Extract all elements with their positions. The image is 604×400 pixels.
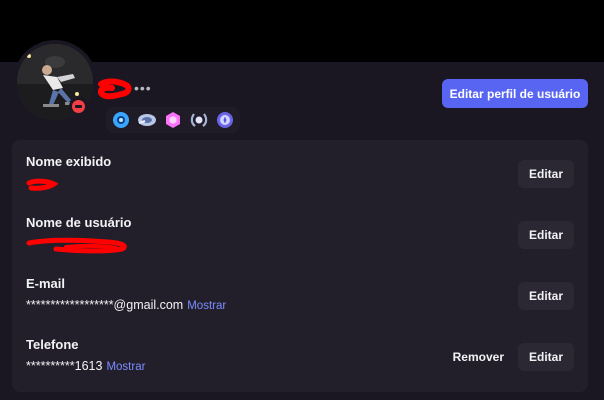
more-options-icon[interactable]: •••	[134, 80, 152, 96]
quest-icon[interactable]	[214, 109, 236, 131]
edit-display-name-button[interactable]: Editar	[518, 160, 574, 188]
display-name-redaction	[26, 178, 58, 191]
profile-banner	[0, 0, 604, 62]
phone-row: Telefone **********1613 Mostrar Remover E…	[26, 337, 574, 387]
badge-list	[106, 107, 240, 133]
nitro-icon[interactable]	[136, 109, 158, 131]
edit-user-profile-button[interactable]: Editar perfil de usuário	[442, 79, 588, 108]
edit-phone-button[interactable]: Editar	[518, 343, 574, 371]
edit-username-button[interactable]: Editar	[518, 221, 574, 249]
phone-label: Telefone	[26, 337, 79, 352]
phone-value: **********1613 Mostrar	[26, 359, 145, 373]
edit-email-button[interactable]: Editar	[518, 282, 574, 310]
username-redaction	[98, 78, 132, 100]
email-label: E-mail	[26, 276, 66, 291]
email-value: ******************@gmail.com Mostrar	[26, 298, 226, 312]
email-row: E-mail ******************@gmail.com Mostr…	[26, 276, 574, 326]
laurel-icon[interactable]	[188, 109, 210, 131]
user-account-panel: ••• Editar perfil de usuário Nome exibid…	[0, 0, 604, 400]
show-phone-link[interactable]: Mostrar	[106, 361, 145, 373]
display-name-row: Nome exibido Editar	[26, 154, 574, 204]
show-email-link[interactable]: Mostrar	[187, 300, 226, 312]
boost-icon[interactable]	[162, 109, 184, 131]
account-info-card: Nome exibido Editar Nome de usuário Edit…	[12, 140, 588, 392]
phone-masked-text: **********1613	[26, 359, 103, 373]
username-row: Nome de usuário Editar	[26, 215, 574, 265]
dnd-status-icon	[69, 97, 88, 116]
username-label: Nome de usuário	[26, 215, 132, 230]
username-value-redaction	[26, 237, 127, 254]
display-name-label: Nome exibido	[26, 154, 112, 169]
hypesquad-icon[interactable]	[110, 109, 132, 131]
remove-phone-button[interactable]: Remover	[451, 343, 506, 371]
email-masked-text: ******************@gmail.com	[26, 298, 184, 312]
